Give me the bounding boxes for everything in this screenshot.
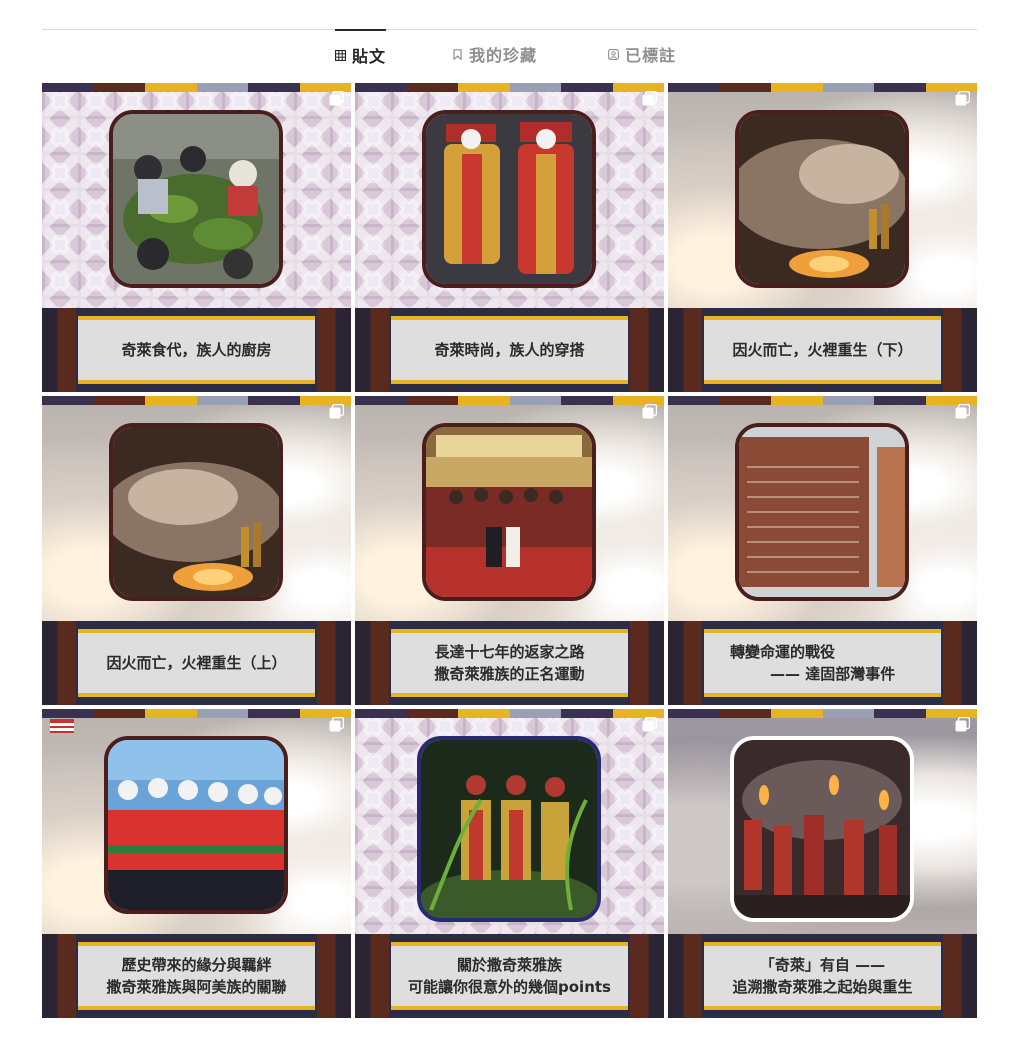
caption-band: 奇萊時尚，族人的穿搭 [391, 316, 628, 384]
post-title: 因火而亡，火裡重生（下） [732, 341, 913, 359]
caption-area: 關於撒奇萊雅族 可能讓你很意外的幾個points [355, 934, 664, 1018]
post-title-line-1: 關於撒奇萊雅族 [456, 956, 562, 974]
color-strip [42, 83, 351, 92]
dance-photo [104, 736, 288, 914]
color-strip [42, 396, 351, 405]
multi-photo-icon [955, 91, 970, 106]
post-title-line-1: 歷史帶來的緣分與羈絆 [121, 956, 272, 974]
post-title: 奇萊食代，族人的廚房 [121, 341, 272, 359]
post-title-line-1: 長達十七年的返家之路 [434, 643, 585, 661]
multi-photo-icon [642, 404, 657, 419]
tab-posts-label: 貼文 [352, 47, 387, 66]
caption-area: 「奇萊」有自 —— 追溯撒奇萊雅之起始與重生 [668, 934, 977, 1018]
multi-photo-icon [329, 404, 344, 419]
multi-photo-icon [642, 717, 657, 732]
profile-tabs: 貼文 我的珍藏 已標註 [0, 29, 1022, 80]
caption-area: 奇萊食代，族人的廚房 [42, 308, 351, 392]
post-title: 奇萊時尚，族人的穿搭 [434, 341, 585, 359]
caption-area: 因火而亡，火裡重生（上） [42, 621, 351, 705]
caption-band: 轉變命運的戰役 —— 達固部灣事件 [704, 629, 941, 697]
cooking-photo [109, 110, 283, 288]
tab-posts[interactable]: 貼文 [335, 29, 387, 79]
tab-saved[interactable]: 我的珍藏 [452, 30, 537, 78]
fire-photo [109, 423, 283, 601]
post-tile[interactable]: 奇萊時尚，族人的穿搭 [355, 83, 664, 392]
post-tile[interactable]: 歷史帶來的緣分與羈絆 撒奇萊雅族與阿美族的關聯 [42, 709, 351, 1018]
post-tile[interactable]: 轉變命運的戰役 —— 達固部灣事件 [668, 396, 977, 705]
caption-area: 因火而亡，火裡重生（下） [668, 308, 977, 392]
post-title-line-2: —— 達固部灣事件 [770, 665, 896, 683]
flag-icon [50, 719, 74, 733]
color-strip [668, 709, 977, 718]
multi-photo-icon [329, 91, 344, 106]
ceremony-photo [422, 423, 596, 601]
monument-photo [735, 423, 909, 601]
caption-area: 轉變命運的戰役 —— 達固部灣事件 [668, 621, 977, 705]
color-strip [42, 709, 351, 718]
caption-band: 因火而亡，火裡重生（上） [78, 629, 315, 697]
color-strip [355, 709, 664, 718]
tab-saved-label: 我的珍藏 [469, 46, 538, 65]
post-tile[interactable]: 因火而亡，火裡重生（下） [668, 83, 977, 392]
fire-photo [735, 110, 909, 288]
caption-band: 奇萊食代，族人的廚房 [78, 316, 315, 384]
tab-tagged[interactable]: 已標註 [608, 30, 676, 78]
post-tile[interactable]: 因火而亡，火裡重生（上） [42, 396, 351, 705]
multi-photo-icon [642, 91, 657, 106]
multi-photo-icon [329, 717, 344, 732]
post-title: 因火而亡，火裡重生（上） [106, 654, 287, 672]
post-title-line-2: 可能讓你很意外的幾個points [408, 978, 611, 996]
multi-photo-icon [955, 717, 970, 732]
caption-band: 歷史帶來的緣分與羈絆 撒奇萊雅族與阿美族的關聯 [78, 942, 315, 1010]
multi-photo-icon [955, 404, 970, 419]
caption-band: 長達十七年的返家之路 撒奇萊雅族的正名運動 [391, 629, 628, 697]
tab-tagged-label: 已標註 [625, 46, 677, 65]
caption-area: 奇萊時尚，族人的穿搭 [355, 308, 664, 392]
post-title-line-1: 「奇萊」有自 —— [759, 956, 886, 974]
caption-band: 關於撒奇萊雅族 可能讓你很意外的幾個points [391, 942, 628, 1010]
caption-area: 歷史帶來的緣分與羈絆 撒奇萊雅族與阿美族的關聯 [42, 934, 351, 1018]
performers-photo [417, 736, 601, 922]
post-title-line-2: 撒奇萊雅族的正名運動 [434, 665, 585, 683]
post-tile[interactable]: 關於撒奇萊雅族 可能讓你很意外的幾個points [355, 709, 664, 1018]
post-title-line-2: 撒奇萊雅族與阿美族的關聯 [106, 978, 287, 996]
caption-area: 長達十七年的返家之路 撒奇萊雅族的正名運動 [355, 621, 664, 705]
post-tile[interactable]: 長達十七年的返家之路 撒奇萊雅族的正名運動 [355, 396, 664, 705]
torch-ritual-photo [730, 736, 914, 922]
grid-icon [335, 49, 346, 61]
caption-band: 「奇萊」有自 —— 追溯撒奇萊雅之起始與重生 [704, 942, 941, 1010]
post-title-line-1: 轉變命運的戰役 [730, 643, 836, 661]
color-strip [668, 83, 977, 92]
color-strip [355, 83, 664, 92]
costume-photo [422, 110, 596, 288]
tagged-icon [608, 48, 619, 60]
post-tile[interactable]: 「奇萊」有自 —— 追溯撒奇萊雅之起始與重生 [668, 709, 977, 1018]
caption-band: 因火而亡，火裡重生（下） [704, 316, 941, 384]
post-tile[interactable]: 奇萊食代，族人的廚房 [42, 83, 351, 392]
bookmark-icon [453, 48, 462, 60]
post-title-line-2: 追溯撒奇萊雅之起始與重生 [732, 978, 913, 996]
color-strip [668, 396, 977, 405]
color-strip [355, 396, 664, 405]
